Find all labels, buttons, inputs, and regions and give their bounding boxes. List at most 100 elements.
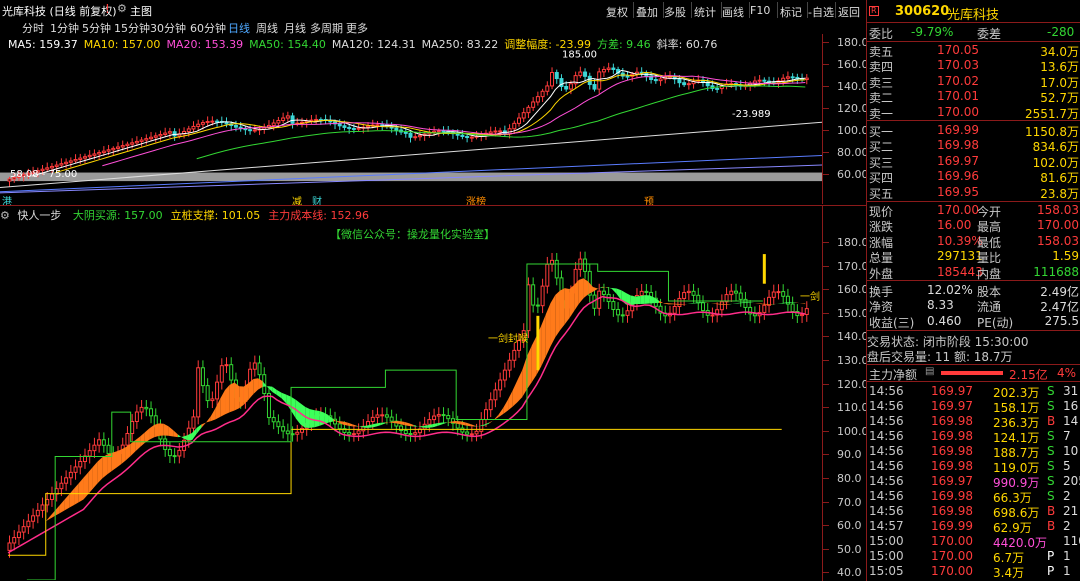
trend-ribbon xyxy=(125,443,131,461)
indicator-axis-tick: 130.0 xyxy=(823,354,869,367)
trend-ribbon xyxy=(229,382,235,413)
candle xyxy=(64,161,69,165)
candle xyxy=(248,129,253,132)
indicator-chart[interactable]: 【微信公众号：操龙量化实验室】 一剑封喉 一剑 xyxy=(0,222,822,580)
candle xyxy=(351,433,356,436)
candle xyxy=(578,71,583,77)
candle xyxy=(498,130,503,133)
toolbar-button[interactable]: 多股 xyxy=(664,4,686,19)
toolbar-button[interactable]: 叠加 xyxy=(636,4,658,19)
candle xyxy=(285,430,290,435)
tick-row: 14:56 169.98 188.7万 S 10 xyxy=(867,444,1080,460)
main-net-bar xyxy=(941,371,1003,375)
period-tab[interactable]: 5分钟 xyxy=(82,20,111,36)
stat-value: 10.39% xyxy=(937,233,983,248)
candle xyxy=(601,68,606,73)
indicator-axis-tick: 110.0 xyxy=(823,401,869,415)
stat-row: 涨跌 16.00 最高 170.00 xyxy=(867,218,1080,234)
candle xyxy=(130,142,135,145)
indicator-axis-tick: 180.0 xyxy=(823,236,869,249)
period-tab[interactable]: 1分钟 xyxy=(50,20,79,36)
tick-time: 14:56 xyxy=(869,504,904,518)
tick-time: 14:56 xyxy=(869,429,904,443)
trend-ribbon xyxy=(88,466,93,495)
candle xyxy=(460,427,465,433)
candle xyxy=(347,126,352,129)
candle xyxy=(611,67,616,71)
candle xyxy=(31,515,36,522)
candle xyxy=(762,79,767,82)
tick-price: 169.98 xyxy=(931,414,973,428)
stat-row: 净资 8.33 流通 2.47亿 xyxy=(867,298,1080,314)
toolbar-button[interactable]: F10 xyxy=(750,4,770,18)
period-tab[interactable]: 周线 xyxy=(256,20,278,36)
toolbar-button[interactable]: 标记 xyxy=(780,4,802,19)
trend-ribbon xyxy=(776,303,782,304)
bid-price: 169.96 xyxy=(937,169,979,184)
trade-status: 交易状态: 闭市阶段 15:30:00 xyxy=(867,335,1029,349)
candle xyxy=(502,369,507,381)
period-tab[interactable]: 分时 xyxy=(22,20,44,36)
toolbar-button[interactable]: 返回 xyxy=(838,4,860,19)
trend-ribbon xyxy=(399,421,405,426)
menu-icon[interactable]: ▤ xyxy=(925,366,934,377)
trend-ribbon xyxy=(574,279,579,312)
divider xyxy=(867,41,1080,42)
price-chart[interactable]: 185.00 -23.989 58.08 - 75.00 xyxy=(0,50,822,195)
toolbar-button[interactable]: 画线 xyxy=(722,4,744,19)
trend-ribbon xyxy=(158,423,164,436)
tick-time: 14:56 xyxy=(869,444,904,458)
toolbar-button[interactable]: 复权 xyxy=(606,4,628,19)
toolbar-button[interactable]: 统计 xyxy=(694,4,716,19)
candle xyxy=(366,125,371,128)
period-tab[interactable]: 60分钟 xyxy=(190,20,226,36)
candle xyxy=(12,537,17,544)
candle xyxy=(394,127,399,131)
weicha-label: 委差 xyxy=(977,27,1002,41)
candle xyxy=(686,83,691,86)
tick-side: S xyxy=(1047,489,1055,503)
tick-side: S xyxy=(1047,384,1055,398)
gear-icon[interactable]: ⚙ xyxy=(117,2,127,15)
ma-legend: MA5: 159.37 MA10: 157.00 MA20: 153.39 MA50:… xyxy=(0,36,866,51)
indicator-axis-tick: 150.0 xyxy=(823,306,869,320)
period-tab[interactable]: 日线 xyxy=(228,20,250,36)
candle xyxy=(686,290,691,294)
bid-price: 169.99 xyxy=(937,123,979,137)
trend-ribbon xyxy=(663,302,669,305)
tick-side: S xyxy=(1047,399,1055,413)
divider xyxy=(867,381,1080,382)
candle xyxy=(215,381,220,400)
stat-row: 现价 170.00 今开 158.03 xyxy=(867,203,1080,219)
toolbar-button[interactable]: -自选 xyxy=(808,4,834,19)
period-tab[interactable]: 更多 xyxy=(346,20,368,36)
period-tab[interactable]: 多周期 xyxy=(310,20,343,36)
main-net-row: 主力净额 ▤ 2.15亿 4% xyxy=(867,366,1080,382)
stat-label: PE(动) xyxy=(977,315,1014,330)
trend-ribbon xyxy=(489,419,494,424)
gear-icon[interactable]: ⚙ xyxy=(0,209,10,222)
candle xyxy=(134,140,139,144)
sub-indicator-name[interactable]: 快人一步 xyxy=(17,209,61,222)
period-tab[interactable]: 月线 xyxy=(284,20,306,36)
divider xyxy=(867,280,1080,281)
candle xyxy=(149,136,154,140)
stat-value: 0.460 xyxy=(927,313,962,328)
tick-count: 1 xyxy=(1063,564,1071,578)
trend-ribbon xyxy=(385,421,391,424)
trend-ribbon xyxy=(239,386,244,409)
main-chart-label[interactable]: 主图 xyxy=(130,3,152,19)
trend-ribbon xyxy=(319,410,325,426)
tick-price: 170.00 xyxy=(931,564,973,578)
toolbar-separator xyxy=(633,2,634,18)
candle xyxy=(281,117,286,121)
main-net-pct: 4% xyxy=(1057,366,1077,380)
trend-ribbon xyxy=(409,423,414,427)
period-tab[interactable]: 30分钟 xyxy=(150,20,186,36)
candle xyxy=(281,426,286,432)
candle xyxy=(276,119,281,124)
trend-ribbon xyxy=(583,278,589,299)
trend-ribbon xyxy=(97,457,103,484)
period-tab[interactable]: 15分钟 xyxy=(114,20,150,36)
alert-icon[interactable]: ! xyxy=(105,2,110,16)
